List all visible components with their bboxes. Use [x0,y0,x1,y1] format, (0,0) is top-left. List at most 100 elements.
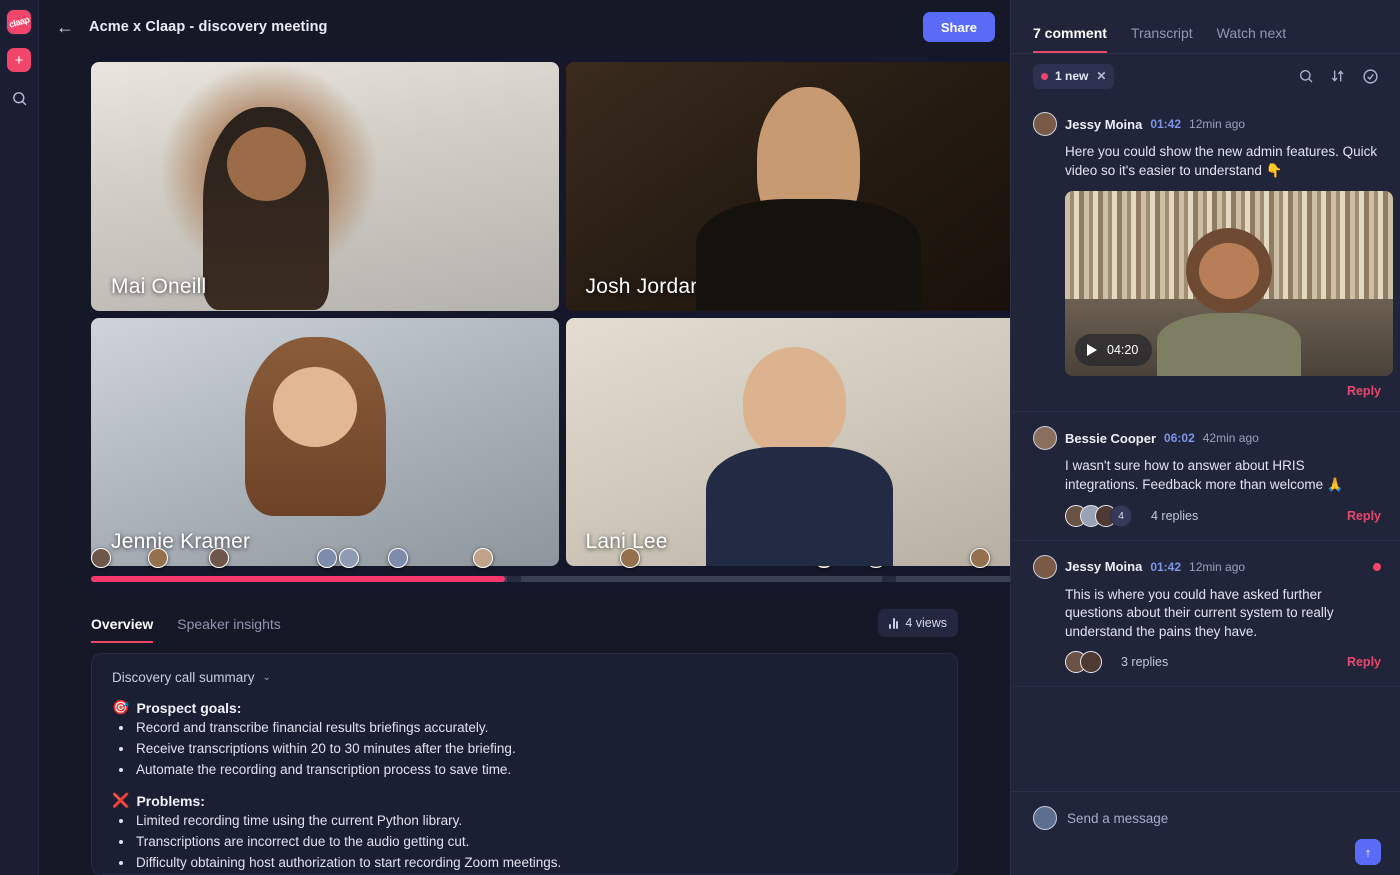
bar-chart-icon [889,618,898,629]
main-column: ← Acme x Claap - discovery meeting Share… [39,0,1010,875]
participant-tile[interactable]: Mai Oneill [91,62,559,311]
timeline-marker[interactable] [148,548,168,568]
avatar [1080,651,1102,673]
tab-transcript[interactable]: Transcript [1131,25,1193,53]
message-input[interactable]: Send a message [1067,811,1168,826]
reply-avatar-stack[interactable] [1065,651,1102,673]
timeline-marker[interactable] [970,548,990,568]
comment-timecode[interactable]: 01:42 [1150,560,1181,574]
cross-mark-emoji-icon: ❌ [112,792,129,809]
filter-chip-label: 1 new [1055,69,1088,83]
participant-video-frame [91,62,559,311]
composer-row[interactable]: Send a message [1033,806,1381,830]
reply-button[interactable]: Reply [1347,655,1381,669]
comment-author: Jessy Moina [1065,117,1142,132]
app-root: claap + ← Acme x Claap - discovery meeti… [0,0,1400,875]
claap-logo-icon[interactable]: claap [7,10,31,34]
participant-tile[interactable]: Jennie Kramer [91,318,559,567]
back-arrow-icon[interactable]: ← [55,18,75,36]
timeline-marker[interactable] [317,548,337,568]
participant-name: Josh Jordan [586,275,703,299]
timeline-marker[interactable] [339,548,359,568]
arrow-up-icon: ↑ [1365,845,1372,860]
reply-count-badge: 4 [1110,505,1132,527]
comment-item: Jessy Moina 01:42 12min ago This is wher… [1011,541,1400,688]
create-new-button[interactable]: + [7,48,31,72]
participant-tile[interactable]: Lani Lee [566,318,1011,567]
search-icon[interactable] [7,86,31,110]
timeline-marker[interactable] [388,548,408,568]
tab-watch-next[interactable]: Watch next [1217,25,1287,53]
participant-video-frame [566,318,1011,567]
timeline-marker[interactable] [91,548,111,568]
comment-author: Bessie Cooper [1065,431,1156,446]
views-count-label: 4 views [905,616,947,630]
list-item: Receive transcriptions within 20 to 30 m… [134,740,937,758]
video-stage-wrapper: Mai Oneill Josh Jordan Jennie Kramer Lan… [39,54,1010,594]
video-frame-body [1157,313,1301,376]
views-badge[interactable]: 4 views [878,609,958,637]
comment-text: This is where you could have asked furth… [1065,586,1381,642]
video-duration: 04:20 [1107,343,1138,357]
participant-tile[interactable]: Josh Jordan [566,62,1011,311]
message-composer: Send a message ↑ [1011,791,1400,875]
list-item: Transcriptions are incorrect due to the … [134,833,937,851]
list-item: Record and transcribe financial results … [134,719,937,737]
comment-list[interactable]: Jessy Moina 01:42 12min ago Here you cou… [1011,98,1400,791]
comment-timecode[interactable]: 01:42 [1150,117,1181,131]
tab-speaker-insights[interactable]: Speaker insights [177,616,281,643]
participant-video-frame [566,62,1011,311]
summary-title: Discovery call summary [112,670,255,685]
list-item: Limited recording time using the current… [134,812,937,830]
new-dot-icon [1041,73,1048,80]
comment-author: Jessy Moina [1065,559,1142,574]
comment-footer: 3 replies Reply [1065,651,1381,673]
comment-footer: 4 4 replies Reply [1065,505,1381,527]
send-button[interactable]: ↑ [1355,839,1381,865]
filter-chip-new[interactable]: 1 new ✕ [1033,64,1114,89]
comment-item: Jessy Moina 01:42 12min ago Here you cou… [1011,98,1400,412]
tab-overview[interactable]: Overview [91,616,153,643]
list-item: Automate the recording and transcription… [134,761,937,779]
comment-text: I wasn't sure how to answer about HRIS i… [1065,457,1381,494]
avatar [1033,555,1057,579]
summary-section-list: Record and transcribe financial results … [134,719,937,778]
play-icon [1087,344,1097,356]
replies-link[interactable]: 3 replies [1121,655,1168,669]
comment-text: Here you could show the new admin featur… [1065,143,1381,180]
play-button[interactable]: 04:20 [1075,334,1152,366]
sort-icon[interactable] [1327,65,1349,87]
share-button[interactable]: Share [923,12,995,42]
page-title: Acme x Claap - discovery meeting [89,19,909,35]
video-frame-face [1199,243,1258,299]
participant-grid: Mai Oneill Josh Jordan Jennie Kramer Lan… [91,54,1010,566]
check-circle-icon[interactable] [1359,65,1381,87]
avatar [1033,426,1057,450]
summary-selector[interactable]: Discovery call summary ⌄ [112,670,937,685]
right-panel: 7 comment Transcript Watch next 1 new ✕ [1010,0,1400,875]
timeline-marker[interactable] [473,548,493,568]
summary-section-title: Problems: [136,793,204,809]
comment-video-embed[interactable]: 04:20 [1065,191,1393,376]
panel-filter-bar: 1 new ✕ [1011,54,1400,98]
summary-card: Discovery call summary ⌄ 🎯 Prospect goal… [91,653,958,875]
tab-comments[interactable]: 7 comment [1033,25,1107,53]
plus-icon: + [15,53,24,68]
comment-timecode[interactable]: 06:02 [1164,431,1195,445]
reply-button[interactable]: Reply [1347,384,1381,398]
timeline-marker[interactable] [209,548,229,568]
reply-avatar-stack[interactable]: 4 [1065,505,1132,527]
replies-link[interactable]: 4 replies [1151,509,1198,523]
participant-name: Mai Oneill [111,275,206,299]
reply-button[interactable]: Reply [1347,509,1381,523]
comment-header: Jessy Moina 01:42 12min ago [1033,555,1381,579]
summary-section-list: Limited recording time using the current… [134,812,937,875]
chevron-down-icon: ⌄ [263,672,271,683]
search-icon[interactable] [1295,65,1317,87]
participant-video-frame [91,318,559,567]
top-bar: ← Acme x Claap - discovery meeting Share [39,0,1010,54]
close-icon[interactable]: ✕ [1096,69,1106,83]
avatar [1033,806,1057,830]
video-scrubber[interactable] [91,576,1010,582]
video-player[interactable]: Mai Oneill Josh Jordan Jennie Kramer Lan… [91,54,1010,594]
